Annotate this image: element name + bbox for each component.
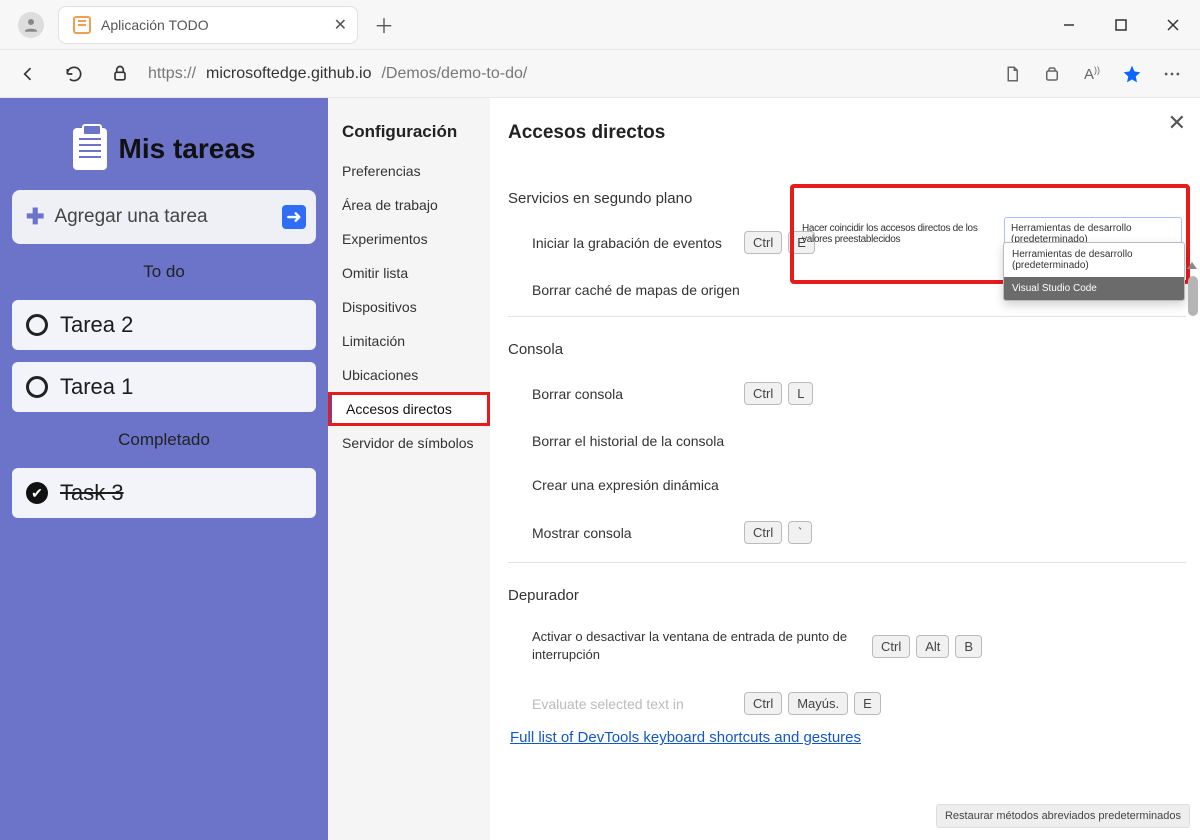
key-badge: Ctrl [744,521,782,544]
site-identity-button[interactable] [102,56,138,92]
key-badge: Mayús. [788,692,848,715]
todo-app-panel: Mis tareas ✚ Agregar una tarea ➜ To do T… [0,98,328,840]
scrollbar[interactable] [1186,210,1200,820]
shortcut-row[interactable]: Borrar consolaCtrl L [508,368,1186,419]
read-aloud-icon[interactable]: A)) [1074,56,1110,92]
back-button[interactable] [10,56,46,92]
refresh-button[interactable] [56,56,92,92]
settings-title: Configuración [328,122,490,154]
key-badge: Ctrl [744,382,782,405]
settings-nav: Configuración PreferenciasÁrea de trabaj… [328,98,490,840]
window-maximize-button[interactable] [1098,5,1144,45]
key-badge: ` [788,521,812,544]
shortcut-label: Mostrar consola [532,525,744,541]
key-badge: Ctrl [872,635,910,658]
settings-nav-item[interactable]: Ubicaciones [328,358,490,392]
dropdown-menu: Herramientas de desarrollo (predetermina… [1003,242,1185,301]
todo-section-label: To do [12,256,316,288]
shortcut-keys: Ctrl ` [744,521,812,544]
plus-icon: ✚ [26,204,44,230]
settings-nav-item[interactable]: Área de trabajo [328,188,490,222]
full-list-link[interactable]: Full list of DevTools keyboard shortcuts… [510,729,861,746]
settings-nav-item[interactable]: Experimentos [328,222,490,256]
key-badge: B [955,635,982,658]
key-badge: Ctrl [744,692,782,715]
close-tab-button[interactable]: ✕ [334,15,347,35]
todo-title: Mis tareas [119,133,256,165]
more-menu-button[interactable] [1154,56,1190,92]
url-path: /Demos/demo-to-do/ [381,65,527,83]
task-label: Tarea 1 [60,374,133,400]
task-label: Task 3 [60,480,124,506]
restore-defaults-button[interactable]: Restaurar métodos abreviados predetermin… [936,804,1190,828]
shortcut-label: Borrar caché de mapas de origen [532,282,744,298]
shortcut-row[interactable]: Crear una expresión dinámica [508,463,1186,507]
preset-dropdown[interactable]: Herramientas de desarrollo (predetermina… [1004,217,1182,251]
task-item-done[interactable]: ✔ Task 3 [12,468,316,518]
collections-icon[interactable] [1034,56,1070,92]
settings-nav-item[interactable]: Dispositivos [328,290,490,324]
settings-nav-item[interactable]: Limitación [328,324,490,358]
url-display[interactable]: https:// microsoftedge.github.io/Demos/de… [148,65,984,83]
shortcut-group-title: Depurador [508,587,1186,604]
window-close-button[interactable] [1150,5,1196,45]
add-task-placeholder: Agregar una tarea [54,206,207,228]
submit-task-button[interactable]: ➜ [282,205,306,229]
browser-tab[interactable]: Aplicación TODO ✕ [58,6,358,44]
page-icon[interactable] [994,56,1030,92]
key-badge: Ctrl [744,231,782,254]
task-label: Tarea 2 [60,312,133,338]
task-item[interactable]: Tarea 2 [12,300,316,350]
add-task-input[interactable]: ✚ Agregar una tarea ➜ [12,190,316,244]
window-minimize-button[interactable] [1046,5,1092,45]
settings-nav-item[interactable]: Omitir lista [328,256,490,290]
shortcut-label: Borrar consola [532,386,744,402]
profile-avatar[interactable] [18,12,44,38]
shortcut-label: Activar o desactivar la ventana de entra… [532,628,872,664]
key-badge: Alt [916,635,949,658]
close-settings-button[interactable]: ✕ [1168,110,1186,136]
clipboard-icon [73,16,91,34]
scroll-thumb[interactable] [1188,276,1198,316]
shortcut-label: Crear una expresión dinámica [532,477,744,493]
shortcut-row[interactable]: Activar o desactivar la ventana de entra… [508,614,1186,678]
shortcut-label: Borrar el historial de la consola [532,433,744,449]
scroll-up-icon[interactable] [1187,262,1197,269]
radio-icon[interactable] [26,314,48,336]
key-badge: E [854,692,881,715]
shortcut-keys: Ctrl Mayús. E [744,692,881,715]
clipboard-icon [73,128,107,170]
settings-nav-item[interactable]: Accesos directos [328,392,490,426]
shortcut-keys: Ctrl L [744,382,813,405]
shortcut-row[interactable]: Borrar el historial de la consola [508,419,1186,463]
shortcut-row[interactable]: Mostrar consolaCtrl ` [508,507,1186,558]
shortcut-group-title: Consola [508,341,1186,358]
url-host: microsoftedge.github.io [206,65,371,83]
dropdown-option[interactable]: Herramientas de desarrollo (predetermina… [1004,243,1184,277]
match-presets-row: Hacer coincidir los accesos directos de … [790,184,1190,284]
todo-header: Mis tareas [12,110,316,178]
completed-section-label: Completado [12,424,316,456]
radio-icon[interactable] [26,376,48,398]
settings-nav-item[interactable]: Servidor de símbolos [328,426,490,460]
shortcut-row[interactable]: Evaluate selected text inCtrl Mayús. E [508,678,1186,729]
settings-nav-item[interactable]: Preferencias [328,154,490,188]
shortcuts-title: Accesos directos [508,122,1186,144]
url-scheme: https:// [148,65,196,83]
dropdown-option[interactable]: Visual Studio Code [1004,277,1184,300]
shortcuts-pane: ✕ Accesos directos Hacer coincidir los a… [490,98,1200,840]
shortcut-label: Iniciar la grabación de eventos [532,235,744,251]
check-icon[interactable]: ✔ [26,482,48,504]
match-presets-label: Hacer coincidir los accesos directos de … [802,223,996,245]
browser-address-bar: https:// microsoftedge.github.io/Demos/de… [0,50,1200,98]
key-badge: L [788,382,813,405]
new-tab-button[interactable]: ＋ [366,7,402,43]
shortcut-label: Evaluate selected text in [532,696,744,712]
browser-titlebar: Aplicación TODO ✕ ＋ [0,0,1200,50]
tab-title: Aplicación TODO [101,17,209,33]
shortcut-keys: Ctrl Alt B [872,635,982,658]
favorite-star-icon[interactable] [1114,56,1150,92]
task-item[interactable]: Tarea 1 [12,362,316,412]
